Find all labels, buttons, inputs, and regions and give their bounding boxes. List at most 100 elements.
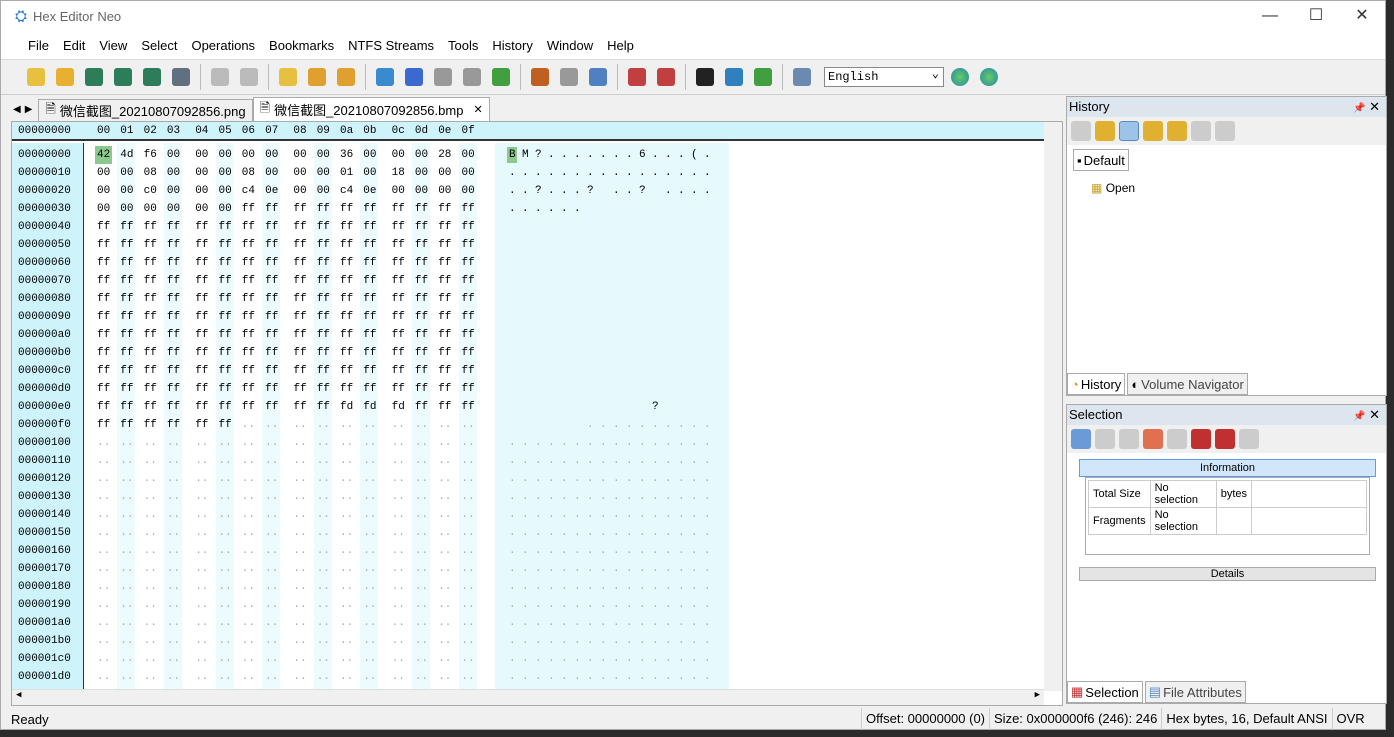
hex-byte[interactable]: .. — [193, 614, 210, 632]
hex-byte[interactable]: .. — [460, 434, 477, 452]
hex-byte[interactable]: .. — [315, 614, 332, 632]
hex-byte[interactable]: .. — [390, 614, 407, 632]
hex-byte[interactable]: .. — [413, 632, 430, 650]
hex-byte[interactable]: ff — [142, 326, 159, 344]
hex-byte[interactable]: ff — [436, 200, 453, 218]
hex-byte[interactable]: .. — [460, 506, 477, 524]
hex-byte[interactable]: ff — [413, 398, 430, 416]
language-select[interactable]: English — [824, 65, 944, 87]
hex-byte[interactable]: .. — [193, 650, 210, 668]
hex-byte[interactable]: c4 — [338, 182, 355, 200]
hex-byte[interactable]: ff — [217, 218, 234, 236]
hex-byte[interactable]: .. — [291, 542, 308, 560]
hex-byte[interactable]: .. — [436, 578, 453, 596]
hex-byte[interactable]: 00 — [460, 182, 477, 200]
hex-byte[interactable]: ff — [361, 344, 378, 362]
hex-byte[interactable]: ff — [142, 416, 159, 434]
hex-byte[interactable]: 00 — [118, 182, 135, 200]
hex-byte[interactable]: 08 — [142, 164, 159, 182]
hex-byte[interactable]: .. — [165, 434, 182, 452]
hex-byte[interactable]: ff — [338, 272, 355, 290]
hex-byte[interactable]: .. — [263, 452, 280, 470]
hex-byte[interactable]: .. — [338, 578, 355, 596]
hex-byte[interactable]: .. — [217, 632, 234, 650]
hex-byte[interactable]: 00 — [193, 200, 210, 218]
select-import-icon[interactable] — [1239, 429, 1259, 449]
hex-byte[interactable]: .. — [95, 578, 112, 596]
ascii-row-text[interactable]: ................ — [509, 668, 717, 686]
hex-byte[interactable]: .. — [142, 470, 159, 488]
hex-byte[interactable]: ff — [95, 344, 112, 362]
hex-byte[interactable]: .. — [413, 668, 430, 686]
hex-byte[interactable]: 00 — [165, 182, 182, 200]
hex-byte[interactable]: ff — [263, 308, 280, 326]
hex-byte[interactable]: 00 — [217, 164, 234, 182]
ascii-row-text[interactable]: ................ — [509, 650, 717, 668]
hex-byte[interactable]: ff — [338, 362, 355, 380]
hex-byte[interactable]: ff — [240, 398, 257, 416]
hex-byte[interactable]: ff — [95, 326, 112, 344]
hex-byte[interactable]: ff — [460, 290, 477, 308]
hex-byte[interactable]: .. — [390, 542, 407, 560]
hex-byte[interactable]: .. — [338, 632, 355, 650]
hex-byte[interactable]: .. — [95, 434, 112, 452]
hex-byte[interactable]: .. — [240, 542, 257, 560]
hex-byte[interactable]: ff — [338, 290, 355, 308]
hex-byte[interactable]: 00 — [413, 146, 430, 164]
hex-byte[interactable]: .. — [263, 614, 280, 632]
hex-byte[interactable]: .. — [291, 668, 308, 686]
hex-byte[interactable]: ff — [291, 308, 308, 326]
hex-byte[interactable]: ff — [436, 254, 453, 272]
history-tab-default[interactable]: ▪ Default — [1073, 149, 1129, 171]
pin-icon[interactable]: 📌 — [1353, 411, 1365, 422]
hex-byte[interactable]: .. — [95, 452, 112, 470]
hex-byte[interactable]: ff — [338, 308, 355, 326]
hex-byte[interactable]: ff — [361, 236, 378, 254]
hex-byte[interactable]: ff — [263, 362, 280, 380]
hex-byte[interactable]: ff — [193, 362, 210, 380]
hex-byte[interactable]: ff — [291, 254, 308, 272]
hex-byte[interactable]: .. — [361, 416, 378, 434]
hex-byte[interactable]: .. — [240, 560, 257, 578]
hex-byte[interactable]: 0e — [263, 182, 280, 200]
hex-byte[interactable]: 42 — [95, 146, 113, 164]
hex-byte[interactable]: ff — [118, 290, 135, 308]
hex-byte[interactable]: ff — [263, 272, 280, 290]
hex-byte[interactable]: .. — [263, 470, 280, 488]
hex-byte[interactable]: .. — [165, 488, 182, 506]
hex-byte[interactable]: ff — [390, 344, 407, 362]
hex-byte[interactable]: ff — [436, 236, 453, 254]
hex-byte[interactable]: ff — [217, 362, 234, 380]
hex-byte[interactable]: 00 — [315, 146, 332, 164]
hex-byte[interactable]: .. — [436, 506, 453, 524]
help-f1-button[interactable] — [789, 64, 815, 90]
hex-byte[interactable]: ff — [460, 272, 477, 290]
hex-byte[interactable]: .. — [217, 524, 234, 542]
ascii-row-text[interactable]: ................ — [509, 470, 717, 488]
hex-byte[interactable]: .. — [413, 578, 430, 596]
hex-byte[interactable]: ff — [142, 290, 159, 308]
hex-byte[interactable]: .. — [263, 416, 280, 434]
hex-byte[interactable]: 00 — [291, 182, 308, 200]
hex-byte[interactable]: .. — [291, 416, 308, 434]
hex-byte[interactable]: ff — [95, 272, 112, 290]
hex-byte[interactable]: .. — [193, 452, 210, 470]
hex-byte[interactable]: .. — [240, 452, 257, 470]
hex-byte[interactable]: ff — [338, 344, 355, 362]
select-range-icon[interactable] — [1143, 429, 1163, 449]
select-check-icon[interactable] — [1191, 429, 1211, 449]
hex-byte[interactable]: .. — [291, 632, 308, 650]
hex-byte[interactable]: 00 — [95, 200, 112, 218]
hex-byte[interactable]: ff — [390, 272, 407, 290]
menu-view[interactable]: View — [92, 38, 134, 53]
hex-byte[interactable]: .. — [118, 488, 135, 506]
history-clock-icon[interactable] — [1095, 121, 1115, 141]
hex-byte[interactable]: .. — [338, 434, 355, 452]
hex-byte[interactable]: .. — [361, 578, 378, 596]
hex-byte[interactable]: .. — [315, 542, 332, 560]
hex-byte[interactable]: .. — [338, 560, 355, 578]
tab-close-button[interactable]: ✕ — [473, 103, 482, 116]
hex-byte[interactable]: ff — [338, 326, 355, 344]
hex-byte[interactable]: .. — [165, 578, 182, 596]
hex-byte[interactable]: .. — [436, 650, 453, 668]
